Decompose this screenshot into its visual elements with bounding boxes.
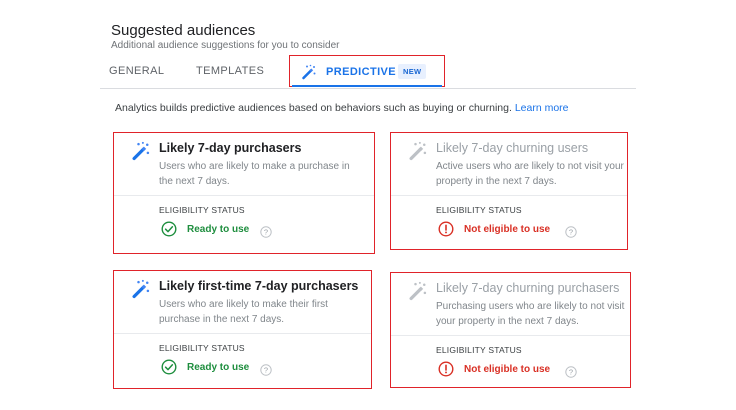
svg-text:?: ? — [569, 368, 573, 377]
new-badge: NEW — [398, 64, 427, 79]
intro-text: Analytics builds predictive audiences ba… — [115, 102, 512, 114]
tab-predictive-label: PREDICTIVE — [326, 66, 397, 78]
audience-card-likely-7-day-churning-users[interactable]: Likely 7-day churning users Active users… — [390, 132, 628, 250]
svg-text:?: ? — [569, 228, 573, 237]
tab-templates[interactable]: TEMPLATES — [196, 65, 264, 77]
magic-wand-icon — [131, 279, 151, 304]
card-description: Users who are likely to make a purchase … — [159, 161, 350, 187]
status-text: Ready to use — [187, 362, 250, 373]
check-circle-icon — [161, 221, 177, 242]
card-divider — [114, 195, 374, 196]
tabs-divider — [100, 88, 636, 89]
card-divider — [114, 333, 371, 334]
audience-card-likely-7-day-churning-purchasers[interactable]: Likely 7-day churning purchasers Purchas… — [390, 272, 631, 388]
help-icon[interactable]: ? — [260, 225, 272, 243]
card-description: Purchasing users who are likely to not v… — [436, 301, 625, 327]
page-title: Suggested audiences — [111, 22, 256, 39]
eligibility-status-label: ELIGIBILITY STATUS — [436, 205, 522, 215]
magic-wand-icon — [408, 141, 428, 166]
tab-general[interactable]: GENERAL — [109, 65, 164, 77]
eligibility-status-label: ELIGIBILITY STATUS — [159, 205, 245, 215]
card-description: Users who are likely to make their first… — [159, 299, 328, 325]
card-title: Likely 7-day churning purchasers — [436, 281, 620, 295]
check-circle-icon — [161, 359, 177, 380]
page-subtitle: Additional audience suggestions for you … — [111, 40, 340, 51]
active-tab-indicator — [292, 85, 442, 87]
magic-wand-icon — [408, 281, 428, 306]
svg-text:?: ? — [264, 228, 268, 237]
card-divider — [391, 195, 627, 196]
help-icon[interactable]: ? — [565, 225, 577, 243]
eligibility-status-label: ELIGIBILITY STATUS — [159, 343, 245, 353]
status-text: Not eligible to use — [464, 224, 551, 235]
learn-more-link[interactable]: Learn more — [515, 102, 569, 114]
audience-card-likely-7-day-purchasers[interactable]: Likely 7-day purchasers Users who are li… — [113, 132, 375, 254]
card-title: Likely 7-day churning users — [436, 141, 589, 155]
magic-wand-icon — [301, 64, 317, 85]
status-text: Not eligible to use — [464, 364, 551, 375]
card-description: Active users who are likely to not visit… — [436, 161, 624, 187]
eligibility-status-label: ELIGIBILITY STATUS — [436, 345, 522, 355]
audience-card-likely-first-time-7-day-purchasers[interactable]: Likely first-time 7-day purchasers Users… — [113, 270, 372, 389]
error-circle-icon — [438, 361, 454, 382]
card-divider — [391, 335, 630, 336]
card-title: Likely first-time 7-day purchasers — [159, 279, 359, 293]
help-icon[interactable]: ? — [260, 363, 272, 381]
magic-wand-icon — [131, 141, 151, 166]
status-text: Ready to use — [187, 224, 250, 235]
svg-text:?: ? — [264, 366, 268, 375]
tab-predictive[interactable]: PREDICTIVE NEW — [289, 55, 445, 87]
card-title: Likely 7-day purchasers — [159, 141, 302, 155]
error-circle-icon — [438, 221, 454, 242]
intro-text-row: Analytics builds predictive audiences ba… — [115, 102, 569, 114]
help-icon[interactable]: ? — [565, 365, 577, 383]
